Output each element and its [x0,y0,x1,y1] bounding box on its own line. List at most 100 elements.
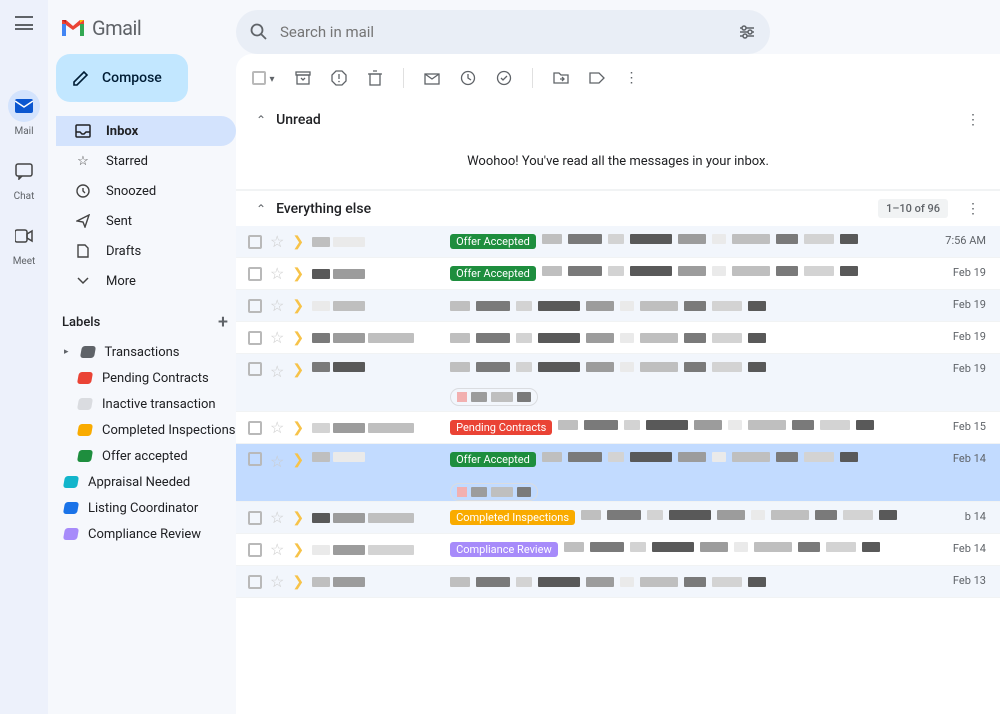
label-item[interactable]: Completed Inspections [56,417,236,443]
nav-drafts[interactable]: Drafts [56,236,236,266]
main-menu-button[interactable] [15,16,33,30]
row-checkbox[interactable] [248,235,262,249]
rail-meet[interactable]: Meet [8,220,40,267]
move-to-button[interactable] [553,71,569,85]
label-item[interactable]: Listing Coordinator [56,495,236,521]
nav-inbox[interactable]: Inbox [56,116,236,146]
else-section-header[interactable]: ⌃ Everything else 1–10 of 96 ⋮ [236,190,1000,226]
importance-marker[interactable]: ❯ [292,234,304,250]
star-button[interactable]: ☆ [270,452,284,471]
email-row[interactable]: ☆❯Pending Contracts Feb 15 [236,412,1000,444]
email-row[interactable]: ☆❯Compliance Review Feb 14 [236,534,1000,566]
label-item[interactable]: Compliance Review [56,521,236,547]
search-input[interactable] [280,23,726,41]
nav-sent[interactable]: Sent [56,206,236,236]
attachment-chip[interactable] [450,483,538,501]
star-button[interactable]: ☆ [270,572,284,591]
star-button[interactable]: ☆ [270,418,284,437]
importance-marker[interactable]: ❯ [292,542,304,558]
attachment-chip[interactable] [450,388,538,406]
star-button[interactable]: ☆ [270,540,284,559]
nav-starred[interactable]: ☆ Starred [56,146,236,176]
nav-snoozed[interactable]: Snoozed [56,176,236,206]
email-time: b 14 [965,510,986,523]
row-checkbox[interactable] [248,421,262,435]
chevron-up-icon: ⌃ [256,202,266,216]
label-item[interactable]: Appraisal Needed [56,469,236,495]
label-item[interactable]: Pending Contracts [56,365,236,391]
label-item[interactable]: Inactive transaction [56,391,236,417]
label-list: ▸TransactionsPending ContractsInactive t… [56,339,236,547]
unread-more-button[interactable]: ⋮ [966,112,980,128]
importance-marker[interactable]: ❯ [292,298,304,314]
rail-mail[interactable]: Mail [8,90,40,137]
sender [312,452,442,462]
row-checkbox[interactable] [248,299,262,313]
email-row[interactable]: ☆❯Offer Accepted Feb 14 [236,444,1000,502]
nav-more[interactable]: More [56,266,236,296]
star-button[interactable]: ☆ [270,362,284,381]
row-checkbox[interactable] [248,543,262,557]
rail-chat[interactable]: Chat [8,155,40,202]
subject: Offer Accepted [450,266,988,281]
star-button[interactable]: ☆ [270,232,284,251]
label-swatch [79,346,95,358]
snooze-button[interactable] [460,70,476,86]
label-text: Completed Inspections [102,423,235,438]
importance-marker[interactable]: ❯ [292,452,304,468]
delete-button[interactable] [367,70,383,86]
tune-icon[interactable] [738,23,756,41]
row-checkbox[interactable] [248,362,262,376]
email-row[interactable]: ☆❯ Feb 19 [236,354,1000,412]
mark-read-button[interactable] [424,71,440,85]
more-button[interactable]: ⋮ [625,70,639,86]
email-row[interactable]: ☆❯Offer Accepted 7:56 AM [236,226,1000,258]
row-checkbox[interactable] [248,452,262,466]
row-checkbox[interactable] [248,511,262,525]
sender [312,301,442,311]
star-icon: ☆ [74,154,92,169]
label-item[interactable]: Offer accepted [56,443,236,469]
else-more-button[interactable]: ⋮ [966,201,980,217]
email-row[interactable]: ☆❯ Feb 19 [236,322,1000,354]
unread-section-header[interactable]: ⌃ Unread ⋮ [236,102,1000,138]
importance-marker[interactable]: ❯ [292,510,304,526]
archive-button[interactable] [295,70,311,86]
email-row[interactable]: ☆❯Offer Accepted Feb 19 [236,258,1000,290]
row-checkbox[interactable] [248,331,262,345]
row-checkbox[interactable] [248,575,262,589]
email-time: Feb 19 [953,298,986,311]
star-button[interactable]: ☆ [270,508,284,527]
report-spam-button[interactable] [331,70,347,86]
compose-button[interactable]: Compose [56,54,188,102]
gmail-logo[interactable]: Gmail [60,16,141,40]
category-pill: Offer Accepted [450,452,536,467]
star-button[interactable]: ☆ [270,296,284,315]
add-label-button[interactable]: + [218,312,228,333]
search-bar[interactable] [236,10,770,54]
add-task-button[interactable] [496,70,512,86]
email-row[interactable]: ☆ ❯ Feb 19 [236,290,1000,322]
email-time: 7:56 AM [945,234,986,247]
mail-icon [8,90,40,122]
nav-label: Drafts [106,244,141,259]
unread-title: Unread [276,112,321,128]
importance-marker[interactable]: ❯ [292,362,304,378]
chevron-up-icon: ⌃ [256,113,266,127]
select-all-checkbox[interactable]: ▾ [252,70,275,86]
email-row[interactable]: ☆❯Completed Inspections b 14 [236,502,1000,534]
star-button[interactable]: ☆ [270,264,284,283]
label-item[interactable]: ▸Transactions [56,339,236,365]
star-button[interactable]: ☆ [270,328,284,347]
importance-marker[interactable]: ❯ [292,266,304,282]
importance-marker[interactable]: ❯ [292,330,304,346]
row-checkbox[interactable] [248,267,262,281]
email-row[interactable]: ☆❯ Feb 13 [236,566,1000,598]
email-time: Feb 15 [953,420,986,433]
importance-marker[interactable]: ❯ [292,420,304,436]
label-text: Listing Coordinator [88,501,198,516]
label-swatch [77,372,93,384]
nav-label: More [106,274,136,289]
importance-marker[interactable]: ❯ [292,574,304,590]
labels-button[interactable] [589,71,605,85]
